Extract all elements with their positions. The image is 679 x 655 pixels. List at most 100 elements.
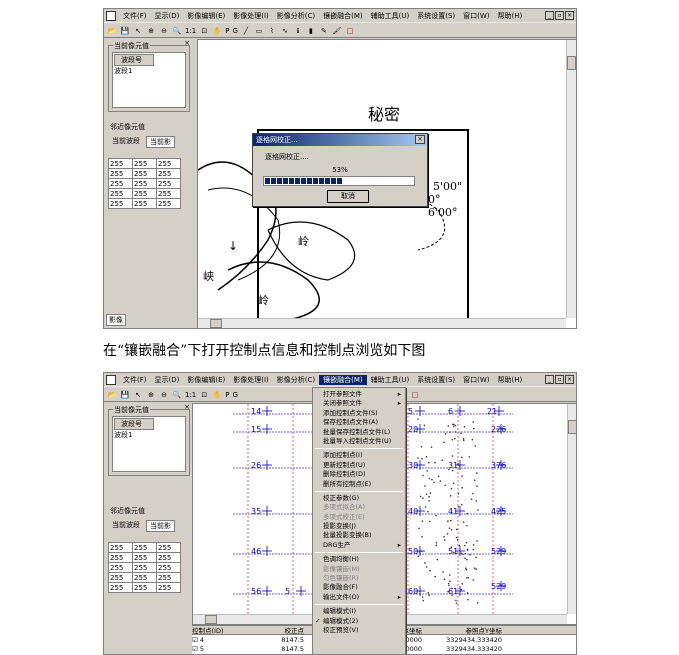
menu-item[interactable]: 影像编辑(E) bbox=[183, 375, 229, 385]
polyline-icon[interactable]: ⌇ bbox=[267, 26, 277, 36]
menu-item[interactable]: 影像处理(I) bbox=[229, 11, 273, 21]
dialog-close-button[interactable]: × bbox=[415, 135, 425, 144]
open-icon[interactable]: 📂 bbox=[107, 26, 117, 36]
vertical-scrollbar[interactable] bbox=[566, 40, 576, 318]
save-icon[interactable]: 💾 bbox=[120, 26, 130, 36]
restore-button[interactable]: ▫ bbox=[555, 11, 564, 20]
zoom-fit-icon[interactable]: ⊡ bbox=[199, 26, 209, 36]
stop-icon[interactable]: □ bbox=[410, 390, 420, 400]
p-button[interactable]: P bbox=[225, 27, 229, 35]
tab-current-band[interactable]: 当前波段 bbox=[109, 136, 143, 148]
restore-button[interactable]: ▫ bbox=[555, 375, 564, 384]
dropdown-item[interactable]: 校正预览(V) bbox=[313, 626, 405, 635]
dropdown-item[interactable]: 影像镶嵌(M) bbox=[313, 565, 405, 574]
dropdown-item[interactable]: 关闭参照文件 ▸ bbox=[313, 399, 405, 408]
menu-item[interactable]: 显示(D) bbox=[151, 11, 184, 21]
zoom-out-icon[interactable]: ⊖ bbox=[159, 26, 169, 36]
close-button[interactable]: × bbox=[565, 11, 574, 20]
info-icon[interactable]: ℹ bbox=[293, 26, 303, 36]
pointer-icon[interactable]: ↖ bbox=[133, 390, 143, 400]
open-icon[interactable]: 📂 bbox=[107, 390, 117, 400]
dropdown-item[interactable]: 匀色镶嵌(R) bbox=[313, 574, 405, 583]
menu-item[interactable]: 系统设置(S) bbox=[413, 11, 459, 21]
histogram-icon[interactable]: ▮ bbox=[306, 26, 316, 36]
rect-tool-icon[interactable]: ▭ bbox=[254, 26, 264, 36]
dropdown-item[interactable]: 删除控制点(D) bbox=[313, 470, 405, 479]
scroll-thumb[interactable] bbox=[568, 420, 576, 434]
menu-item[interactable]: 影像分析(C) bbox=[273, 375, 319, 385]
menu-item[interactable]: 帮助(H) bbox=[494, 375, 527, 385]
band-list-item[interactable]: 波段1 bbox=[114, 66, 184, 76]
g-button[interactable]: G bbox=[233, 27, 238, 35]
dropdown-item[interactable]: 更新控制点(U) bbox=[313, 461, 405, 470]
cancel-button[interactable]: 取消 bbox=[327, 190, 369, 203]
zoom-fit-icon[interactable]: ⊡ bbox=[199, 390, 209, 400]
scroll-thumb[interactable] bbox=[205, 615, 217, 624]
zoom-icon[interactable]: 🔍 bbox=[172, 26, 182, 36]
zoom-in-icon[interactable]: ⊕ bbox=[146, 390, 156, 400]
menu-item[interactable]: 辅助工具(U) bbox=[367, 11, 414, 21]
dropdown-item[interactable]: 保存控制点文件(A) bbox=[313, 418, 405, 427]
band-list[interactable]: 波段号 波段1 bbox=[112, 416, 186, 472]
dropdown-item[interactable]: 打开参照文件 ▸ bbox=[313, 390, 405, 399]
line-icon[interactable]: ╱ bbox=[241, 26, 251, 36]
menu-item[interactable]: 窗口(W) bbox=[459, 375, 493, 385]
menu-item[interactable]: 镶嵌融合(M) bbox=[319, 374, 367, 385]
close-button[interactable]: × bbox=[565, 375, 574, 384]
brush-icon[interactable]: 🖌 bbox=[332, 26, 342, 36]
menu-item[interactable]: 窗口(W) bbox=[459, 11, 493, 21]
pan-icon[interactable]: ✋ bbox=[212, 26, 222, 36]
dropdown-item[interactable]: 添加控制点(I) bbox=[313, 451, 405, 460]
p-button[interactable]: P bbox=[225, 391, 229, 399]
menu-item[interactable]: 显示(D) bbox=[151, 375, 184, 385]
row-checkbox[interactable]: ☑ bbox=[192, 636, 200, 644]
minimize-button[interactable]: _ bbox=[545, 375, 554, 384]
curve-icon[interactable]: ∿ bbox=[280, 26, 290, 36]
menu-item[interactable]: 影像编辑(E) bbox=[183, 11, 229, 21]
tab-current-image[interactable]: 当前影 bbox=[146, 520, 175, 532]
pen-icon[interactable]: ✎ bbox=[319, 26, 329, 36]
zoom-out-icon[interactable]: ⊖ bbox=[159, 390, 169, 400]
row-checkbox[interactable]: ☑ bbox=[192, 645, 200, 653]
minimize-button[interactable]: _ bbox=[545, 11, 554, 20]
stop-icon[interactable]: □ bbox=[345, 26, 355, 36]
band-list-item[interactable]: 波段1 bbox=[114, 430, 184, 440]
vertical-scrollbar[interactable] bbox=[567, 404, 576, 614]
dropdown-item[interactable]: 批量投影变换(B) bbox=[313, 531, 405, 540]
menu-item[interactable]: 辅助工具(U) bbox=[367, 375, 414, 385]
tab-current-image[interactable]: 当前影 bbox=[146, 136, 175, 148]
pan-icon[interactable]: ✋ bbox=[212, 390, 222, 400]
tab-current-band[interactable]: 当前波段 bbox=[109, 520, 143, 532]
dropdown-item[interactable]: 删所有控制点(E) bbox=[313, 480, 405, 489]
band-list[interactable]: 波段号 波段1 bbox=[112, 52, 186, 108]
dropdown-item[interactable]: 批量保存控制点文件(L) bbox=[313, 428, 405, 437]
menu-item[interactable]: 影像处理(I) bbox=[229, 375, 273, 385]
g-button[interactable]: G bbox=[233, 391, 238, 399]
scroll-thumb[interactable] bbox=[210, 319, 222, 328]
dropdown-item[interactable]: 校正参数(G) bbox=[313, 494, 405, 503]
dropdown-item[interactable]: 编辑模式(I) bbox=[313, 607, 405, 616]
menu-item[interactable]: 镶嵌融合(M) bbox=[319, 11, 367, 21]
scroll-thumb[interactable] bbox=[567, 56, 576, 70]
dropdown-item[interactable]: 多项式校正(E) bbox=[313, 513, 405, 522]
pointer-icon[interactable]: ↖ bbox=[133, 26, 143, 36]
menu-item[interactable]: 系统设置(S) bbox=[413, 375, 459, 385]
zoom-1-1-button[interactable]: 1:1 bbox=[185, 391, 196, 399]
horizontal-scrollbar[interactable] bbox=[198, 318, 566, 328]
dropdown-item[interactable]: DRG生产 ▸ bbox=[313, 541, 405, 550]
dropdown-item[interactable]: 编辑模式(2) bbox=[313, 617, 405, 627]
dropdown-item[interactable]: 添加控制点文件(S) bbox=[313, 409, 405, 418]
zoom-icon[interactable]: 🔍 bbox=[172, 390, 182, 400]
save-icon[interactable]: 💾 bbox=[120, 390, 130, 400]
menu-item[interactable]: 文件(F) bbox=[119, 11, 151, 21]
zoom-1-1-button[interactable]: 1:1 bbox=[185, 27, 196, 35]
dropdown-item[interactable]: 输出文件(O) ▸ bbox=[313, 593, 405, 602]
dropdown-item[interactable]: 多项式拟合(A) bbox=[313, 503, 405, 512]
menu-item[interactable]: 影像分析(C) bbox=[273, 11, 319, 21]
menu-item[interactable]: 文件(F) bbox=[119, 375, 151, 385]
image-tab[interactable]: 影像 bbox=[106, 314, 126, 326]
dropdown-item[interactable]: 批量导入控制点文件(U) bbox=[313, 437, 405, 446]
dropdown-item[interactable]: 影像融合(F) bbox=[313, 583, 405, 592]
dropdown-item[interactable]: 色调均衡(H) bbox=[313, 555, 405, 564]
menu-item[interactable]: 帮助(H) bbox=[494, 11, 527, 21]
